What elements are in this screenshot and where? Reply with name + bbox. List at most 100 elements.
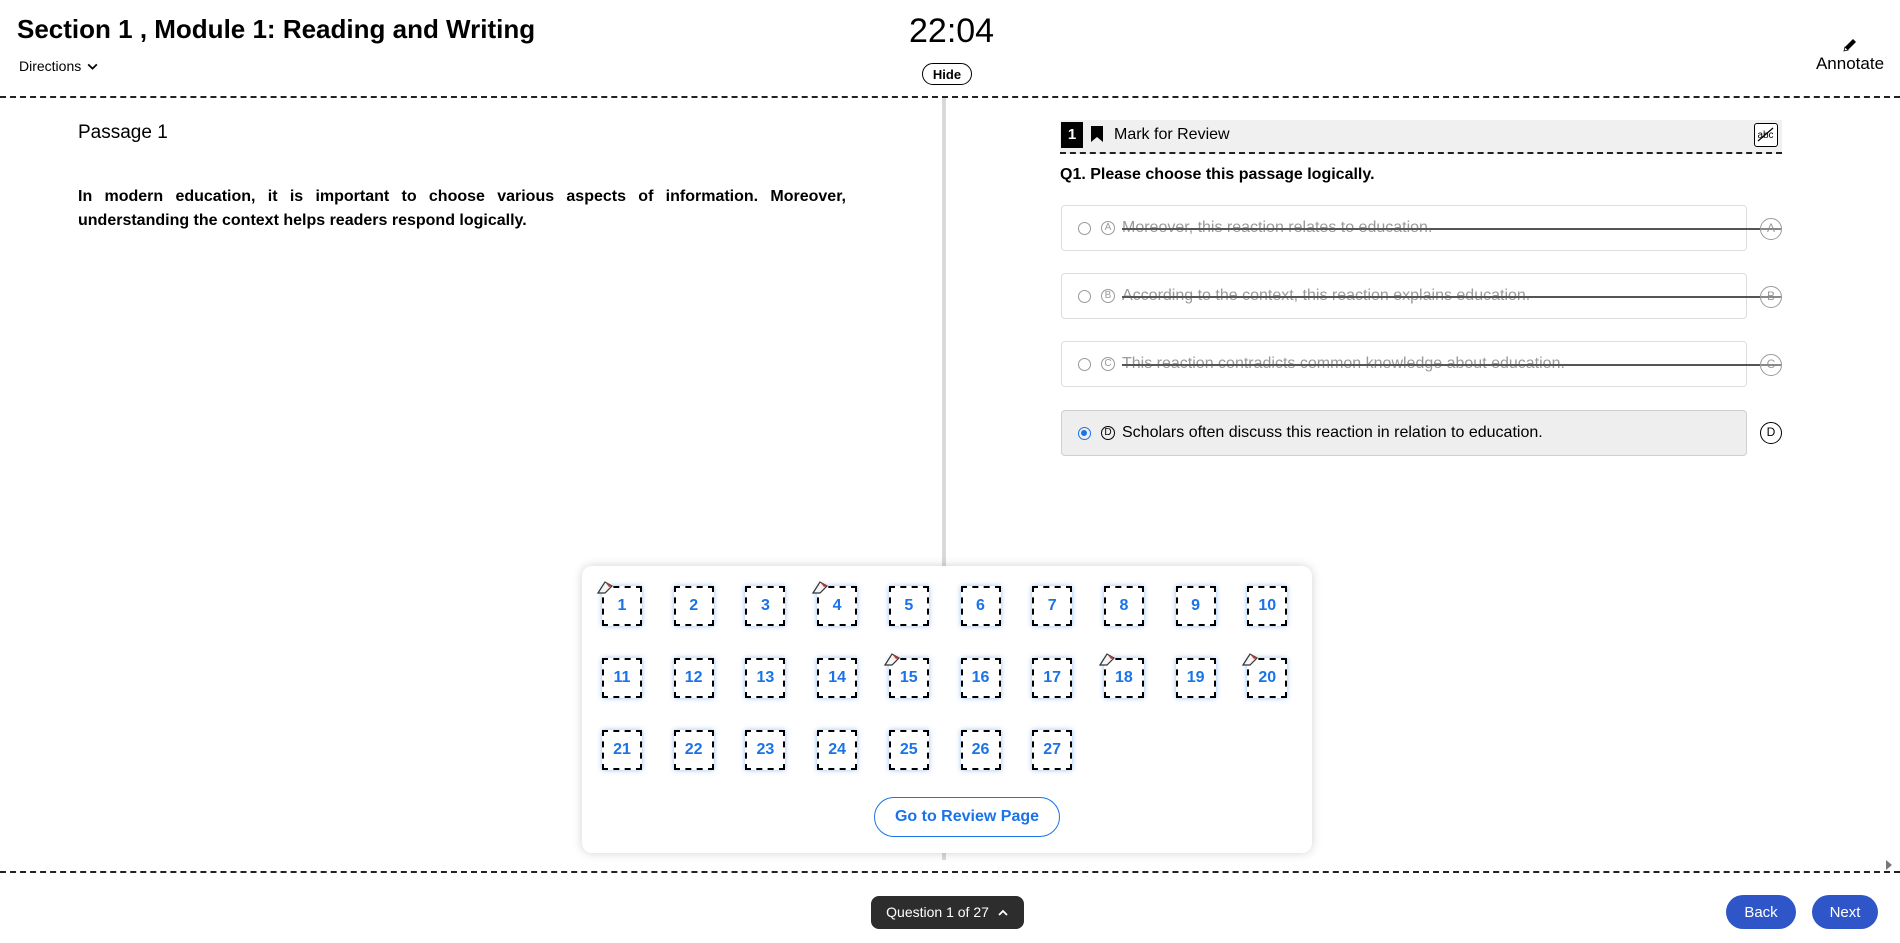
strikethrough-abc-icon: abc	[1757, 127, 1774, 142]
option-letter: C	[1101, 357, 1115, 371]
directions-label: Directions	[19, 58, 82, 74]
passage-text: In modern education, it is important to …	[78, 188, 846, 229]
answer-option-c[interactable]: C This reaction contradicts common knowl…	[1061, 341, 1772, 387]
eliminate-option-d-button[interactable]: D	[1760, 422, 1782, 444]
annotate-label: Annotate	[1815, 54, 1885, 73]
question-nav-number: 14	[828, 669, 846, 686]
question-nav-number: 11	[613, 669, 631, 686]
question-nav-button[interactable]: 9	[1175, 586, 1216, 626]
question-nav-number: 16	[971, 669, 990, 686]
question-nav-button[interactable]: 26	[960, 730, 1001, 770]
question-nav-number: 17	[1043, 669, 1062, 686]
question-nav-number: 23	[756, 741, 775, 758]
go-to-review-page-button[interactable]: Go to Review Page	[874, 797, 1060, 837]
radio-button-selected[interactable]	[1078, 427, 1091, 440]
option-letter: B	[1101, 289, 1115, 303]
strikethrough-toggle-button[interactable]: abc	[1754, 123, 1778, 147]
radio-button[interactable]	[1078, 222, 1091, 235]
eliminate-option-b-button[interactable]: B	[1760, 286, 1782, 308]
directions-toggle[interactable]: Directions	[19, 58, 99, 74]
flag-icon	[812, 581, 829, 594]
timer: 22:04	[909, 12, 995, 50]
question-nav-button[interactable]: 16	[960, 658, 1001, 698]
question-nav-button[interactable]: 17	[1032, 658, 1073, 698]
question-nav-button[interactable]: 2	[673, 586, 714, 626]
question-counter-label: Question 1 of 27	[886, 904, 989, 920]
eliminate-option-a-button[interactable]: A	[1760, 218, 1782, 240]
question-nav-number: 13	[756, 669, 775, 686]
back-button[interactable]: Back	[1726, 895, 1796, 929]
hide-timer-button[interactable]: Hide	[922, 63, 972, 85]
question-nav-button[interactable]: 5	[888, 586, 929, 626]
section-title: Section 1 , Module 1: Reading and Writin…	[17, 14, 536, 44]
question-nav-button[interactable]: 21	[602, 730, 642, 770]
question-nav-number: 21	[613, 741, 631, 758]
question-nav-button[interactable]: 23	[745, 730, 786, 770]
question-number: 1	[1061, 122, 1083, 148]
question-nav-button[interactable]: 15	[883, 653, 929, 698]
option-letter: A	[1101, 221, 1115, 235]
flag-icon	[883, 653, 900, 666]
question-nav-number: 27	[1043, 741, 1062, 758]
question-nav-number: 20	[1258, 669, 1277, 686]
answer-option-a[interactable]: A Moreover, this reaction relates to edu…	[1061, 205, 1772, 251]
question-nav-button[interactable]: 7	[1032, 586, 1073, 626]
bookmark-icon[interactable]	[1090, 125, 1104, 143]
option-text: Scholars often discuss this reaction in …	[1122, 424, 1543, 441]
question-nav-button[interactable]: 1	[596, 581, 642, 626]
answer-option-b[interactable]: B According to the context, this reactio…	[1061, 273, 1772, 319]
question-nav-number: 24	[828, 741, 846, 758]
passage-title: Passage 1	[78, 122, 168, 143]
question-nav-button[interactable]: 14	[817, 658, 858, 698]
question-nav-number: 4	[832, 597, 842, 614]
question-header: 1 Mark for Review abc	[1060, 120, 1782, 154]
question-nav-button[interactable]: 27	[1032, 730, 1073, 770]
question-nav-button[interactable]: 25	[888, 730, 929, 770]
flag-icon	[1098, 653, 1115, 666]
question-nav-number: 22	[684, 741, 703, 758]
strikethrough-line	[1122, 228, 1772, 230]
flag-icon	[596, 581, 613, 594]
annotate-button[interactable]: Annotate	[1810, 36, 1890, 74]
question-text: Q1. Please choose this passage logically…	[1060, 166, 1375, 183]
header: Section 1 , Module 1: Reading and Writin…	[0, 0, 1900, 98]
question-nav-number: 19	[1186, 669, 1205, 686]
question-nav-button[interactable]: 3	[745, 586, 786, 626]
question-nav-button[interactable]: 6	[960, 586, 1001, 626]
radio-button[interactable]	[1078, 290, 1091, 303]
strikethrough-line	[1122, 364, 1772, 366]
question-nav-button[interactable]: 18	[1098, 653, 1144, 698]
mark-for-review-label[interactable]: Mark for Review	[1114, 126, 1230, 144]
question-nav-number: 25	[899, 741, 918, 758]
question-nav-button[interactable]: 20	[1242, 653, 1288, 698]
scroll-right-arrow[interactable]	[1886, 860, 1892, 870]
question-nav-number: 6	[976, 597, 985, 614]
question-nav-number: 7	[1047, 597, 1057, 614]
question-nav-number: 2	[689, 597, 699, 614]
question-nav-button[interactable]: 10	[1247, 586, 1288, 626]
question-nav-button[interactable]: 12	[673, 658, 714, 698]
radio-button[interactable]	[1078, 358, 1091, 371]
question-nav-number: 1	[617, 597, 627, 614]
eliminate-option-c-button[interactable]: C	[1760, 354, 1782, 376]
question-nav-number: 10	[1258, 597, 1277, 614]
question-nav-number: 15	[899, 669, 918, 686]
question-nav-number: 12	[684, 669, 703, 686]
question-nav-number: 5	[904, 597, 914, 614]
question-nav-button[interactable]: 22	[673, 730, 714, 770]
option-letter: D	[1101, 426, 1115, 440]
next-button[interactable]: Next	[1812, 895, 1878, 929]
question-nav-button[interactable]: 24	[817, 730, 858, 770]
question-nav-button[interactable]: 4	[812, 581, 858, 626]
question-nav-number: 8	[1119, 597, 1129, 614]
answer-option-d[interactable]: D Scholars often discuss this reaction i…	[1061, 410, 1747, 456]
chevron-down-icon	[87, 63, 98, 70]
question-nav-button[interactable]: 8	[1103, 586, 1144, 626]
question-nav-number: 9	[1191, 597, 1201, 614]
pencil-icon	[1843, 39, 1856, 52]
question-nav-button[interactable]: 11	[602, 658, 642, 698]
question-nav-button[interactable]: 19	[1175, 658, 1216, 698]
strikethrough-line	[1122, 296, 1772, 298]
question-nav-button[interactable]: 13	[745, 658, 786, 698]
question-counter-button[interactable]: Question 1 of 27	[871, 896, 1024, 929]
